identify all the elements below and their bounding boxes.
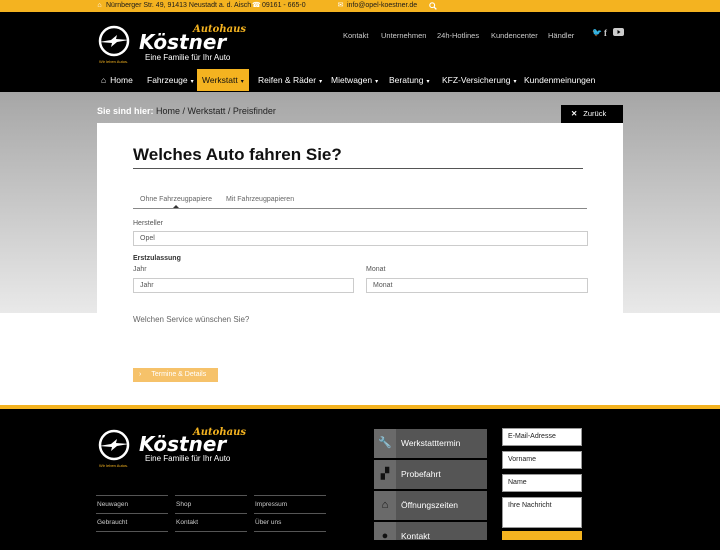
footer-link-kontakt[interactable]: Kontakt [176, 519, 198, 526]
phone-icon: ☎ [252, 2, 261, 9]
close-icon: ✕ [571, 109, 578, 118]
opel-logo-icon [98, 25, 130, 57]
title-divider [133, 168, 583, 169]
opel-logo-icon [98, 429, 130, 461]
footer-link-ueber-uns[interactable]: Über uns [255, 519, 281, 526]
chevron-down-icon: ▾ [190, 79, 194, 85]
nav-home[interactable]: ⌂ Home [96, 69, 138, 91]
util-link-kundencenter[interactable]: Kundencenter [491, 31, 538, 40]
footer-link-gebraucht[interactable]: Gebraucht [97, 519, 127, 526]
back-button[interactable]: ✕ Zurück [561, 105, 623, 123]
facebook-icon[interactable]: f [604, 28, 607, 38]
email-link[interactable]: ✉ info@opel-koestner.de [337, 2, 418, 10]
footer-col-divider [96, 531, 168, 532]
manufacturer-select[interactable]: Opel [133, 231, 588, 246]
chevron-down-icon: ▾ [513, 79, 517, 85]
manufacturer-label: Hersteller [133, 220, 163, 227]
chevron-down-icon: ▾ [319, 79, 323, 85]
brand-tagline: Eine Familie für Ihr Auto [145, 53, 231, 62]
main-nav: ⌂ Home Fahrzeuge ▾ Werkstatt ▾ Reifen & Räd… [0, 69, 720, 91]
twitter-icon[interactable]: 🐦 [592, 28, 602, 37]
service-oeffnungszeiten[interactable]: ⌂ Öffnungszeiten [374, 491, 487, 520]
chevron-right-icon: › [139, 371, 142, 378]
page-title: Welches Auto fahren Sie? [133, 145, 342, 164]
tab-mit-fahrzeugpapieren[interactable]: Mit Fahrzeugpapieren [226, 196, 294, 203]
footer-link-impressum[interactable]: Impressum [255, 501, 287, 508]
breadcrumb-path[interactable]: Home / Werkstatt / Preisfinder [156, 106, 276, 116]
map-pin-icon: ● [374, 522, 396, 542]
footer-link-shop[interactable]: Shop [176, 501, 191, 508]
chevron-down-icon: ▾ [240, 79, 244, 85]
service-kontakt[interactable]: ● Kontakt [374, 522, 487, 542]
footer-link-neuwagen[interactable]: Neuwagen [97, 501, 128, 508]
nav-fahrzeuge[interactable]: Fahrzeuge ▾ [142, 69, 199, 91]
youtube-icon[interactable] [613, 28, 624, 38]
footer-col-divider [96, 495, 168, 496]
email-field[interactable]: E-Mail-Adresse [502, 428, 582, 446]
breadcrumb: Sie sind hier: Home / Werkstatt / Preisf… [97, 106, 276, 116]
year-select[interactable]: Jahr [133, 278, 354, 293]
home-icon: ⌂ [97, 2, 102, 9]
send-button[interactable] [502, 531, 582, 540]
year-label: Jahr [133, 266, 147, 273]
footer-col-divider [175, 531, 247, 532]
util-link-unternehmen[interactable]: Unternehmen [381, 31, 426, 40]
service-werkstatttermin[interactable]: 🔧 Werkstatttermin [374, 429, 487, 458]
site-header: Wir leben Autos. Autohaus Köstner Eine F… [0, 12, 720, 92]
mail-icon: ✉ [337, 2, 344, 9]
footer-col-divider [175, 495, 247, 496]
footer-col-divider [96, 513, 168, 514]
message-field[interactable]: Ihre Nachricht [502, 497, 582, 528]
tab-divider [133, 208, 587, 209]
first-name-field[interactable]: Vorname [502, 451, 582, 469]
service-probefahrt[interactable]: ▞ Probefahrt [374, 460, 487, 489]
nav-kfz-versicherung[interactable]: KFZ-Versicherung ▾ [437, 69, 522, 91]
car-seat-icon: ▞ [374, 460, 396, 489]
tab-ohne-fahrzeugpapiere[interactable]: Ohne Fahrzeugpapiere [140, 196, 212, 203]
termine-details-button[interactable]: › Termine & Details [133, 368, 218, 382]
registration-label: Erstzulassung [133, 255, 181, 262]
service-question: Welchen Service wünschen Sie? [133, 315, 250, 324]
top-info-bar: ⌂ Nürnberger Str. 49, 91413 Neustadt a. d… [0, 0, 720, 12]
util-link-hotlines[interactable]: 24h-Hotlines [437, 31, 479, 40]
address-info: ⌂ Nürnberger Str. 49, 91413 Neustadt a. d… [97, 2, 252, 9]
chevron-down-icon: ▾ [375, 79, 379, 85]
nav-werkstatt[interactable]: Werkstatt ▾ [197, 69, 249, 91]
nav-beratung[interactable]: Beratung ▾ [384, 69, 435, 91]
chevron-down-icon: ▾ [426, 79, 430, 85]
util-link-haendler[interactable]: Händler [548, 31, 574, 40]
home-icon: ⌂ [101, 75, 107, 85]
util-link-kontakt[interactable]: Kontakt [343, 31, 368, 40]
price-finder-card: Welches Auto fahren Sie? Ohne Fahrzeugpa… [97, 123, 623, 400]
nav-mietwagen[interactable]: Mietwagen ▾ [326, 69, 383, 91]
footer-col-divider [254, 495, 326, 496]
nav-kundenmeinungen[interactable]: Kundenmeinungen [519, 69, 600, 91]
month-select[interactable]: Monat [366, 278, 588, 293]
footer-col-divider [254, 531, 326, 532]
wrench-icon: 🔧 [374, 429, 396, 458]
nav-reifen[interactable]: Reifen & Räder ▾ [253, 69, 327, 91]
last-name-field[interactable]: Name [502, 474, 582, 492]
footer-col-divider [175, 513, 247, 514]
footer-col-divider [254, 513, 326, 514]
month-label: Monat [366, 266, 386, 273]
garage-icon: ⌂ [374, 491, 396, 520]
phone-info[interactable]: ☎09161 - 665-0 [252, 2, 306, 10]
brand-name: Köstner [139, 30, 227, 54]
